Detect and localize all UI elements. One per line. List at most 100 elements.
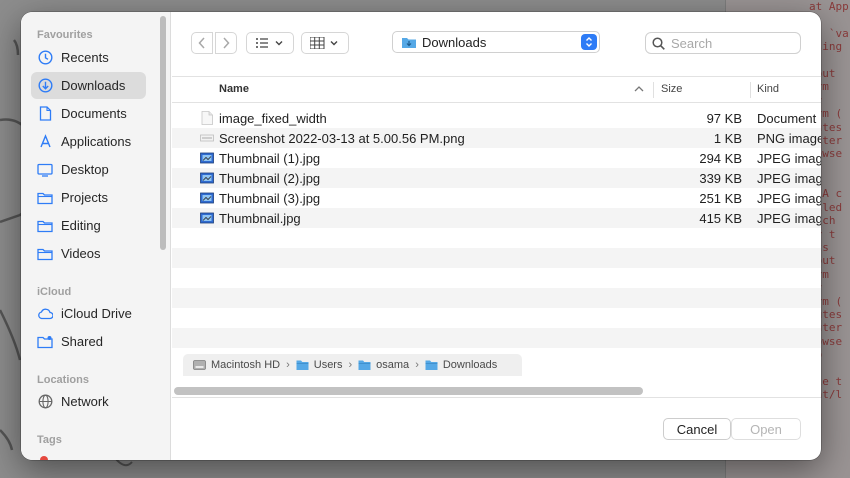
sidebar-item-shared[interactable]: Shared — [31, 328, 146, 355]
grid-view-icon — [310, 37, 338, 49]
chevron-left-icon — [198, 37, 205, 49]
sort-ascending-chevron-icon[interactable] — [634, 85, 644, 93]
applications-icon — [37, 134, 53, 150]
folder-icon — [425, 359, 438, 371]
sidebar-item-videos[interactable]: Videos — [31, 240, 146, 267]
folder-icon — [296, 359, 309, 371]
file-name: Screenshot 2022-03-13 at 5.00.56 PM.png — [219, 131, 465, 146]
column-divider[interactable] — [750, 82, 751, 98]
sidebar-item-label: Network — [61, 394, 109, 409]
sidebar-item-downloads[interactable]: Downloads — [31, 72, 146, 99]
cloud-icon — [37, 306, 53, 322]
cancel-button[interactable]: Cancel — [663, 418, 731, 440]
file-kind: JPEG image — [757, 191, 821, 206]
empty-row — [172, 288, 821, 308]
column-header-name[interactable]: Name — [219, 83, 249, 95]
background-code-line: at App — [809, 0, 849, 13]
file-size: 294 KB — [699, 151, 742, 166]
sidebar-item-label: Shared — [61, 334, 103, 349]
file-row[interactable]: Thumbnail (1).jpg 294 KB JPEG image — [172, 148, 821, 168]
file-list-header: Name Size Kind — [172, 76, 821, 103]
column-header-size[interactable]: Size — [661, 83, 682, 95]
file-size: 97 KB — [706, 111, 742, 126]
downloads-folder-icon — [402, 38, 416, 48]
back-button[interactable] — [191, 32, 213, 54]
jpeg-thumbnail-icon — [200, 191, 214, 205]
file-kind: Document — [757, 111, 817, 126]
open-button[interactable]: Open — [731, 418, 801, 440]
clock-icon — [37, 50, 53, 66]
current-folder-label: Downloads — [422, 34, 487, 50]
hard-drive-icon — [193, 359, 206, 371]
sidebar-item-network[interactable]: Network — [31, 388, 146, 415]
file-kind: JPEG image — [757, 171, 821, 186]
sidebar-item-label: Recents — [61, 50, 109, 65]
sidebar-item-icloud-drive[interactable]: iCloud Drive — [31, 300, 146, 327]
search-field[interactable] — [645, 32, 801, 54]
path-bar: Macintosh HD › Users › osama › Downloads — [183, 354, 522, 376]
sidebar-item-editing[interactable]: Editing — [31, 212, 146, 239]
list-view-button[interactable] — [246, 32, 294, 54]
file-name: image_fixed_width — [219, 111, 327, 126]
path-crumb[interactable]: osama — [358, 359, 409, 371]
blank-document-icon — [200, 111, 214, 125]
sidebar-item-label: Videos — [61, 246, 101, 261]
file-size: 415 KB — [699, 211, 742, 226]
horizontal-scrollbar[interactable] — [174, 387, 643, 395]
sidebar-heading-tags: Tags — [37, 434, 62, 446]
file-row[interactable]: Thumbnail (3).jpg 251 KB JPEG image — [172, 188, 821, 208]
column-header-kind[interactable]: Kind — [757, 83, 779, 95]
file-name: Thumbnail.jpg — [219, 211, 301, 226]
folder-icon — [358, 359, 371, 371]
sidebar-item-recents[interactable]: Recents — [31, 44, 146, 71]
forward-button[interactable] — [215, 32, 237, 54]
sidebar-item-label: Editing — [61, 218, 101, 233]
folder-icon — [37, 246, 53, 262]
sidebar-item-label: Downloads — [61, 78, 126, 93]
file-size: 251 KB — [699, 191, 742, 206]
sidebar: Favourites Recents Downloads Documents Appl… — [21, 12, 171, 460]
file-row[interactable]: Thumbnail.jpg 415 KB JPEG image — [172, 208, 821, 228]
group-view-button[interactable] — [301, 32, 349, 54]
file-open-dialog: Favourites Recents Downloads Documents Appl… — [21, 12, 821, 460]
sidebar-item-label: Applications — [61, 134, 132, 149]
path-crumb-label: Downloads — [442, 359, 498, 371]
sidebar-item-desktop[interactable]: Desktop — [31, 156, 146, 183]
tag-red-dot[interactable] — [40, 456, 48, 460]
sidebar-scrollbar[interactable] — [160, 16, 166, 250]
path-crumb[interactable]: Users — [296, 359, 342, 371]
file-row[interactable]: image_fixed_width 97 KB Document — [172, 108, 821, 128]
column-divider[interactable] — [653, 82, 654, 98]
shared-folder-icon — [37, 334, 53, 350]
sidebar-item-label: Desktop — [61, 162, 109, 177]
jpeg-thumbnail-icon — [200, 211, 214, 225]
path-separator-icon: › — [286, 359, 290, 371]
folder-location-popup[interactable]: Downloads — [392, 31, 600, 53]
file-row[interactable]: Screenshot 2022-03-13 at 5.00.56 PM.png 1… — [172, 128, 821, 148]
sidebar-item-documents[interactable]: Documents — [31, 100, 146, 127]
file-list: image_fixed_width 97 KB Document Screenshot… — [172, 108, 821, 348]
png-thumbnail-icon — [200, 131, 214, 145]
sidebar-item-applications[interactable]: Applications — [31, 128, 146, 155]
path-crumb[interactable]: Downloads — [425, 359, 497, 371]
chevron-right-icon — [223, 37, 230, 49]
file-size: 339 KB — [699, 171, 742, 186]
folder-icon — [37, 218, 53, 234]
empty-row — [172, 268, 821, 288]
search-icon — [652, 36, 665, 50]
sidebar-heading-locations: Locations — [37, 374, 89, 386]
file-size: 1 KB — [713, 131, 742, 146]
path-crumb[interactable]: Macintosh HD — [193, 359, 280, 371]
path-separator-icon: › — [415, 359, 419, 371]
file-row[interactable]: Thumbnail (2).jpg 339 KB JPEG image — [172, 168, 821, 188]
search-input[interactable] — [671, 35, 791, 51]
file-kind: PNG image — [757, 131, 821, 146]
sidebar-item-projects[interactable]: Projects — [31, 184, 146, 211]
file-name: Thumbnail (3).jpg — [219, 191, 321, 206]
bottom-divider — [172, 397, 821, 398]
file-kind: JPEG image — [757, 211, 821, 226]
path-crumb-label: Macintosh HD — [211, 359, 281, 371]
empty-row — [172, 228, 821, 248]
path-crumb-label: osama — [376, 359, 410, 371]
file-name: Thumbnail (1).jpg — [219, 151, 321, 166]
